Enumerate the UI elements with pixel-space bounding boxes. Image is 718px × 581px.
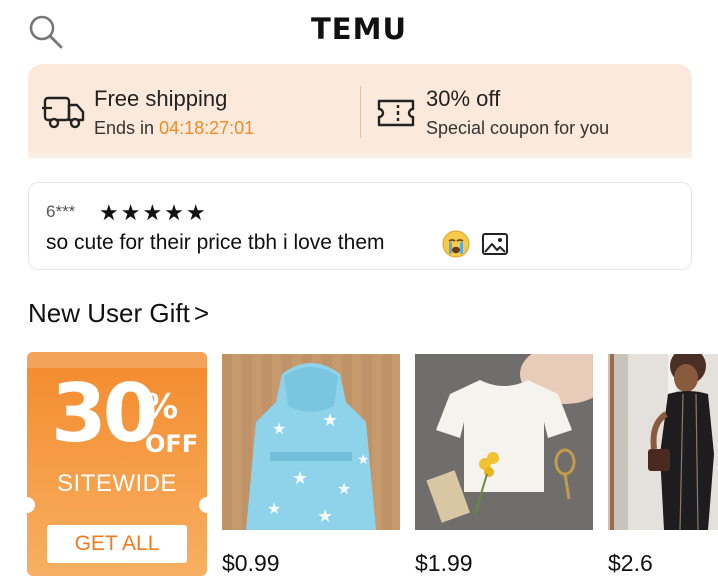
product-price: $0.99 — [222, 550, 280, 576]
svg-text:★: ★ — [292, 468, 308, 489]
product-price: $2.6 — [608, 550, 653, 576]
sitewide-coupon-card[interactable]: 30 % OFF SITEWIDE GET ALL — [27, 352, 207, 576]
crying-face-icon — [442, 230, 470, 258]
product-card[interactable]: $1.99 — [415, 344, 610, 576]
coupon-notch-left — [27, 497, 35, 513]
product-image-robe[interactable]: ★ ★ ★ ★ ★ ★ ★ — [222, 354, 400, 530]
free-shipping-title: Free shipping — [94, 86, 228, 111]
off-label: OFF — [145, 430, 199, 458]
truck-icon — [42, 96, 85, 129]
coupon-subtitle: Special coupon for you — [426, 118, 610, 138]
get-all-button[interactable]: GET ALL — [47, 525, 187, 563]
product-price: $1.99 — [415, 550, 473, 576]
product-card[interactable]: $2.6 — [608, 348, 718, 576]
coupon-card-top-band — [27, 352, 207, 368]
brand-logo[interactable]: TEMU — [0, 12, 718, 46]
coupon-promo[interactable]: 30% off Special coupon for you — [374, 64, 692, 158]
star-rating: ★★★★★ — [99, 200, 208, 225]
coupon-icon — [377, 99, 415, 127]
coupon-title: 30% off — [426, 86, 501, 111]
promo-divider — [360, 86, 361, 138]
percent-sign: % — [144, 387, 179, 427]
svg-text:★: ★ — [272, 419, 286, 438]
ends-in-label: Ends in — [94, 118, 155, 138]
svg-text:★: ★ — [357, 452, 370, 468]
discount-number: 30 — [51, 367, 158, 460]
free-shipping-subtitle: Ends in 04:18:27:01 — [94, 118, 254, 139]
promo-fade — [0, 150, 718, 176]
review-card[interactable]: 6*** ★★★★★ so cute for their price tbh i… — [28, 182, 692, 270]
chevron-right-icon: > — [193, 298, 209, 328]
product-card[interactable]: ★ ★ ★ ★ ★ ★ ★ $0.99 — [222, 354, 400, 576]
product-image-dress[interactable] — [608, 348, 718, 531]
photo-icon[interactable] — [481, 231, 509, 257]
svg-text:★: ★ — [267, 499, 281, 518]
review-text: so cute for their price tbh i love them — [46, 231, 385, 254]
new-user-gift-heading[interactable]: New User Gift > — [28, 298, 209, 329]
countdown-timer: 04:18:27:01 — [159, 118, 255, 138]
free-shipping-promo[interactable]: Free shipping Ends in 04:18:27:01 — [42, 64, 352, 158]
svg-text:★: ★ — [337, 479, 351, 498]
promo-banner: Free shipping Ends in 04:18:27:01 30% of… — [28, 64, 692, 158]
svg-text:★: ★ — [317, 506, 333, 527]
coupon-notch-right — [199, 497, 207, 513]
app-header: TEMU — [0, 0, 718, 60]
svg-text:★: ★ — [322, 410, 338, 431]
product-image-tshirt[interactable] — [415, 344, 610, 530]
section-title-label: New User Gift — [28, 298, 190, 328]
reviewer-name: 6*** — [46, 202, 76, 221]
sitewide-label: SITEWIDE — [56, 470, 177, 497]
